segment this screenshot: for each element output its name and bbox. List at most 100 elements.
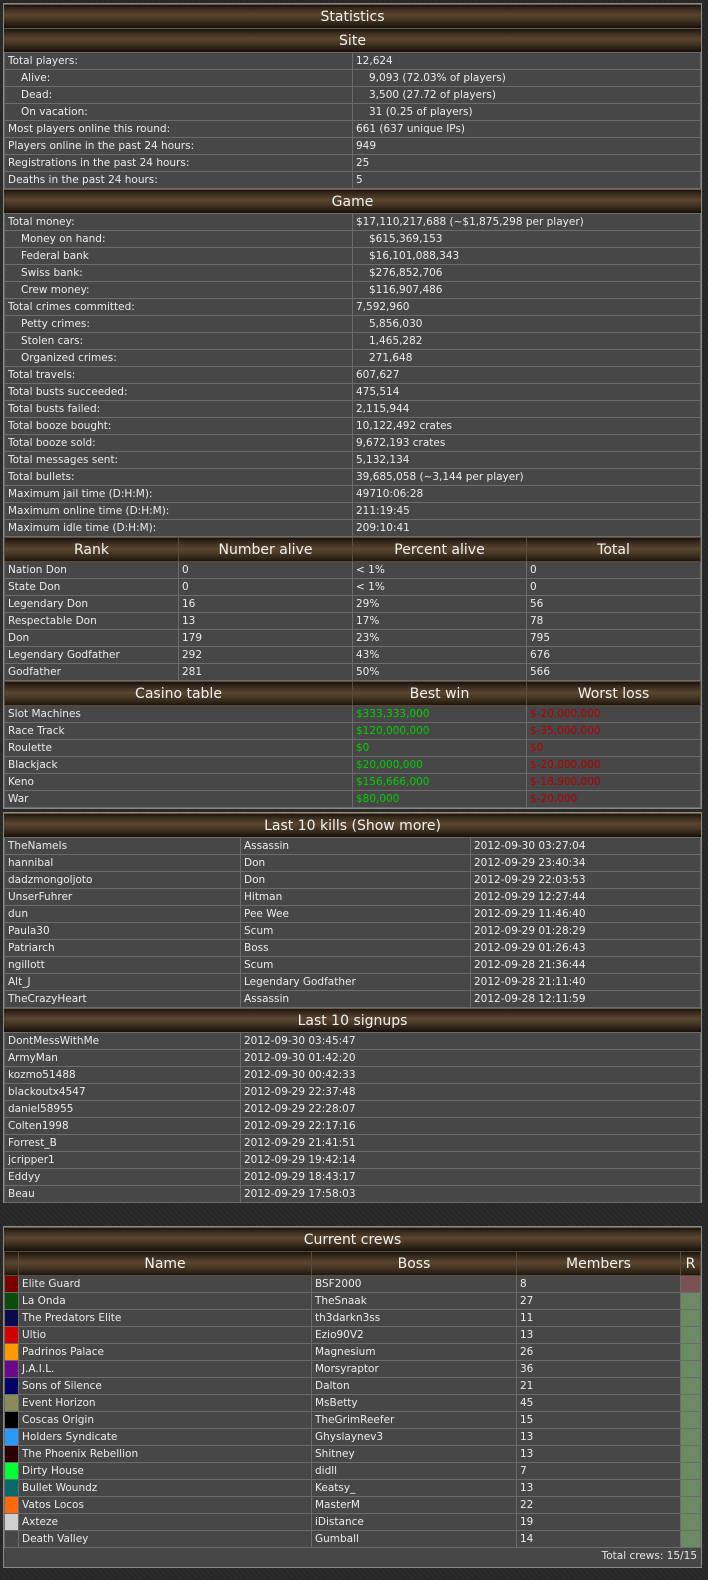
crew-members: 13 (516, 1428, 681, 1446)
victim-name[interactable]: dadzmongoljoto (4, 871, 241, 889)
crew-members: 36 (516, 1360, 681, 1378)
crew-name[interactable]: Holders Syndicate (18, 1428, 312, 1446)
crew-name[interactable]: Axteze (18, 1513, 312, 1531)
stat-label: Maximum jail time (D:H:M): (4, 485, 353, 503)
crew-boss[interactable]: iDistance (311, 1513, 517, 1531)
victim-name[interactable]: Patriarch (4, 939, 241, 957)
signup-name[interactable]: DontMessWithMe (4, 1032, 241, 1050)
crew-boss[interactable]: MasterM (311, 1496, 517, 1514)
column-header: Boss (311, 1251, 517, 1276)
crew-boss[interactable]: MsBetty (311, 1394, 517, 1412)
crew-members: 8 (516, 1275, 681, 1293)
crew-name[interactable]: The Predators Elite (18, 1309, 312, 1327)
crew-boss[interactable]: Morsyraptor (311, 1360, 517, 1378)
signup-name[interactable]: daniel58955 (4, 1100, 241, 1118)
signup-name[interactable]: blackoutx4547 (4, 1083, 241, 1101)
kill-time: 2012-09-29 23:40:34 (470, 854, 701, 872)
crew-boss[interactable]: Keatsy_ (311, 1479, 517, 1497)
victim-name[interactable]: ngillott (4, 956, 241, 974)
game-stat-row: Total travels: 607,627 (4, 366, 701, 384)
crew-name[interactable]: La Onda (18, 1292, 312, 1310)
signup-name[interactable]: Forrest_B (4, 1134, 241, 1152)
kill-row: UnserFuhrer Hitman 2012-09-29 12:27:44 (4, 888, 701, 906)
crew-recruiting-indicator (680, 1360, 701, 1378)
crew-name[interactable]: Elite Guard (18, 1275, 312, 1293)
rank-total: 78 (526, 612, 701, 630)
kill-row: Alt_J Legendary Godfather 2012-09-28 21:11… (4, 973, 701, 991)
stat-value: 607,627 (352, 366, 701, 384)
crew-boss[interactable]: Ghyslaynev3 (311, 1428, 517, 1446)
crew-members: 15 (516, 1411, 681, 1429)
crew-recruiting-indicator (680, 1462, 701, 1480)
crew-name[interactable]: Death Valley (18, 1530, 312, 1548)
signup-time: 2012-09-29 22:17:16 (240, 1117, 701, 1135)
rank-row: Respectable Don 13 17% 78 (4, 612, 701, 630)
crew-members: 13 (516, 1479, 681, 1497)
crew-name[interactable]: Coscas Origin (18, 1411, 312, 1429)
victim-name[interactable]: TheNameIs (4, 837, 241, 855)
crew-boss[interactable]: TheSnaak (311, 1292, 517, 1310)
stat-value: 475,514 (352, 383, 701, 401)
victim-name[interactable]: TheCrazyHeart (4, 990, 241, 1008)
crew-boss[interactable]: didll (311, 1462, 517, 1480)
signup-name[interactable]: jcripper1 (4, 1151, 241, 1169)
crew-boss[interactable]: Shitney (311, 1445, 517, 1463)
signup-name[interactable]: ArmyMan (4, 1049, 241, 1067)
signup-name[interactable]: Beau (4, 1185, 241, 1203)
kill-row: Paula30 Scum 2012-09-29 01:28:29 (4, 922, 701, 940)
signup-row: kozmo51488 2012-09-30 00:42:33 (4, 1066, 701, 1084)
signup-name[interactable]: Colten1998 (4, 1117, 241, 1135)
crew-name[interactable]: Padrinos Palace (18, 1343, 312, 1361)
crew-color-swatch (4, 1445, 19, 1463)
crew-boss[interactable]: Ezio90V2 (311, 1326, 517, 1344)
best-win: $80,000 (352, 790, 527, 808)
victim-name[interactable]: UnserFuhrer (4, 888, 241, 906)
crew-boss[interactable]: BSF2000 (311, 1275, 517, 1293)
crew-name[interactable]: Vatos Locos (18, 1496, 312, 1514)
crew-name[interactable]: Sons of Silence (18, 1377, 312, 1395)
crew-boss[interactable]: Gumball (311, 1530, 517, 1548)
kills-title[interactable]: Last 10 kills (Show more) (4, 813, 701, 837)
victim-name[interactable]: dun (4, 905, 241, 923)
victim-name[interactable]: Paula30 (4, 922, 241, 940)
crew-members: 13 (516, 1326, 681, 1344)
crew-name[interactable]: Ultio (18, 1326, 312, 1344)
site-section-title: Site (4, 28, 701, 52)
stat-value: 949 (352, 137, 701, 155)
rank-name: Legendary Don (4, 595, 179, 613)
game-stat-row: Organized crimes: 271,648 (4, 349, 701, 367)
crew-name[interactable]: Dirty House (18, 1462, 312, 1480)
crew-members: 7 (516, 1462, 681, 1480)
signup-name[interactable]: kozmo51488 (4, 1066, 241, 1084)
crew-recruiting-indicator (680, 1513, 701, 1531)
crew-boss[interactable]: th3darkn3ss (311, 1309, 517, 1327)
game-stat-row: Total booze bought: 10,122,492 crates (4, 417, 701, 435)
crew-boss[interactable]: Magnesium (311, 1343, 517, 1361)
crew-name[interactable]: J.A.I.L. (18, 1360, 312, 1378)
kill-row: TheNameIs Assassin 2012-09-30 03:27:04 (4, 837, 701, 855)
signup-name[interactable]: Eddyy (4, 1168, 241, 1186)
rank-total: 566 (526, 663, 701, 681)
crews-title: Current crews (4, 1227, 701, 1251)
kills-table: TheNameIs Assassin 2012-09-30 03:27:04 hann… (4, 837, 701, 1008)
victim-name[interactable]: hannibal (4, 854, 241, 872)
game-stat-row: Total busts succeeded: 475,514 (4, 383, 701, 401)
stat-label: Federal bank (4, 247, 353, 265)
crew-name[interactable]: Event Horizon (18, 1394, 312, 1412)
crew-row: Coscas Origin TheGrimReefer 15 (4, 1411, 701, 1429)
crew-boss[interactable]: Dalton (311, 1377, 517, 1395)
kill-time: 2012-09-30 03:27:04 (470, 837, 701, 855)
game-stat-row: Maximum idle time (D:H:M): 209:10:41 (4, 519, 701, 537)
crew-name[interactable]: The Phoenix Rebellion (18, 1445, 312, 1463)
column-header: Members (516, 1251, 681, 1276)
victim-rank: Legendary Godfather (240, 973, 471, 991)
stat-label: Total messages sent: (4, 451, 353, 469)
crew-boss[interactable]: TheGrimReefer (311, 1411, 517, 1429)
crew-name[interactable]: Bullet Woundz (18, 1479, 312, 1497)
victim-name[interactable]: Alt_J (4, 973, 241, 991)
rank-total: 0 (526, 578, 701, 596)
game-stat-row: Total busts failed: 2,115,944 (4, 400, 701, 418)
crew-recruiting-indicator (680, 1326, 701, 1344)
rank-row: State Don 0 < 1% 0 (4, 578, 701, 596)
stat-value: 12,624 (352, 52, 701, 70)
